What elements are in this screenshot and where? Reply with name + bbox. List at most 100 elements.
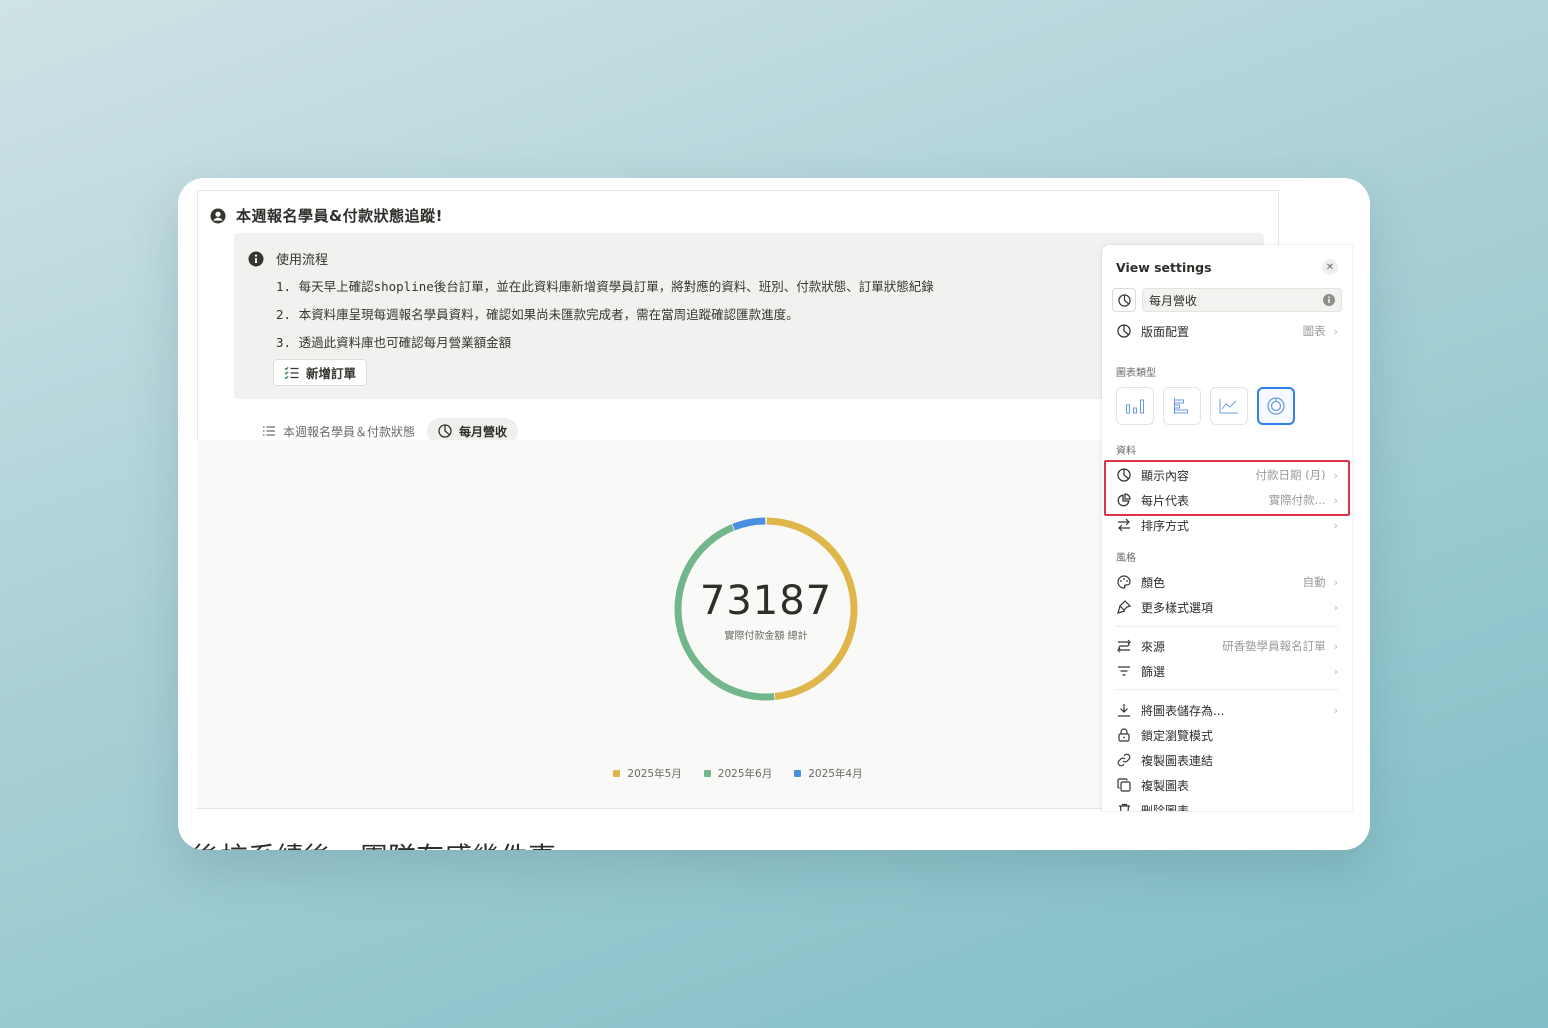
info-row: 使用流程: [248, 249, 328, 268]
delete-label: 刪除圖表: [1141, 803, 1190, 812]
duplicate-label: 複製圖表: [1141, 778, 1190, 793]
data-section-label: 資料: [1116, 446, 1136, 457]
more-style-row[interactable]: 更多樣式選項 ›: [1116, 595, 1338, 619]
legend-item[interactable]: 2025年6月: [703, 766, 773, 781]
add-order-button[interactable]: 新增訂單: [273, 359, 368, 386]
vertical-bar-chart-option[interactable]: [1116, 387, 1154, 425]
legend-label: 2025年4月: [808, 768, 863, 780]
legend-item[interactable]: 2025年4月: [794, 766, 863, 781]
divider: [1116, 626, 1338, 627]
source-value: 研香塾學員報名訂單: [1222, 639, 1326, 653]
view-name-input[interactable]: 每月營收: [1142, 288, 1342, 312]
chevron-right-icon: ›: [1333, 600, 1338, 614]
layout-label: 版面配置: [1141, 324, 1190, 339]
filter-row[interactable]: 篩選 ›: [1116, 659, 1338, 683]
chevron-right-icon: ›: [1333, 703, 1338, 717]
view-name-value: 每月營收: [1149, 293, 1198, 308]
view-name-row: 每月營收: [1112, 288, 1342, 312]
legend-label: 2025年6月: [717, 768, 773, 780]
step-item: 2. 本資料庫呈現每週報名學員資料，確認如果尚未匯款完成者，需在當周追蹤確認匯款…: [276, 307, 799, 322]
source-label: 來源: [1141, 639, 1166, 654]
highlight-box: [1104, 460, 1350, 516]
panel-header: View settings ✕: [1116, 259, 1338, 275]
pie-chart-icon: [438, 424, 452, 438]
line-chart-option[interactable]: [1210, 387, 1248, 425]
color-label: 顏色: [1141, 575, 1166, 590]
copy-link-row[interactable]: 複製圖表連結: [1116, 748, 1338, 772]
add-order-label: 新增訂單: [306, 366, 357, 381]
total-value: 73187: [699, 578, 833, 624]
donut-icon: [1267, 397, 1285, 415]
chevron-right-icon: ›: [1333, 664, 1338, 678]
info-icon[interactable]: [1323, 294, 1335, 306]
user-icon: [210, 208, 226, 223]
sort-label: 排序方式: [1141, 518, 1190, 533]
tab-table-label: 本週報名學員＆付款狀態: [283, 424, 416, 439]
page-card: 本週報名學員&付款狀態追蹤! 使用流程 1. 每天早上確認shopline後台訂…: [178, 178, 1370, 850]
divider: [1116, 689, 1338, 690]
filter-label: 篩選: [1141, 664, 1166, 679]
vertical-bar-icon: [1126, 399, 1144, 414]
close-button[interactable]: ✕: [1322, 259, 1338, 275]
sort-arrows-icon: [1118, 518, 1130, 532]
callout-header: 本週報名學員&付款狀態追蹤!: [210, 205, 443, 226]
info-title: 使用流程: [276, 253, 329, 268]
more-style-label: 更多樣式選項: [1141, 600, 1214, 615]
legend-item[interactable]: 2025年5月: [613, 766, 682, 781]
pie-chart-icon: [1117, 324, 1131, 338]
duplicate-row[interactable]: 複製圖表: [1116, 773, 1338, 797]
pie-chart-icon: [1117, 293, 1131, 307]
chevron-right-icon: ›: [1333, 324, 1338, 338]
source-icon: [1117, 639, 1131, 653]
source-row[interactable]: 來源 研香塾學員報名訂單 ›: [1116, 634, 1338, 658]
line-chart-icon: [1219, 399, 1238, 414]
chevron-right-icon: ›: [1333, 575, 1338, 589]
donut-slice[interactable]: [732, 517, 767, 531]
legend-swatch: [613, 770, 621, 777]
chart-type-section-label: 圖表類型: [1116, 368, 1156, 379]
tab-chart-label: 每月營收: [459, 424, 508, 439]
list-icon: [263, 426, 275, 436]
legend-swatch: [794, 770, 802, 777]
horizontal-bar-chart-option[interactable]: [1163, 387, 1201, 425]
layout-value: 圖表: [1302, 324, 1326, 338]
step-item: 1. 每天早上確認shopline後台訂單，並在此資料庫新增資學員訂單，將對應的…: [276, 279, 934, 294]
donut-chart-option[interactable]: [1257, 387, 1295, 425]
sort-row[interactable]: 排序方式 ›: [1116, 513, 1338, 537]
save-chart-row[interactable]: 將圖表儲存為... ›: [1116, 698, 1338, 722]
trash-icon: [1118, 803, 1130, 811]
delete-row[interactable]: 刪除圖表: [1116, 798, 1338, 811]
view-icon-button[interactable]: [1112, 288, 1136, 312]
chevron-right-icon: ›: [1333, 518, 1338, 532]
steps-list: 1. 每天早上確認shopline後台訂單，並在此資料庫新增資學員訂單，將對應的…: [276, 277, 934, 361]
save-chart-label: 將圖表儲存為...: [1141, 703, 1225, 718]
style-section-label: 風格: [1116, 553, 1136, 564]
layout-row[interactable]: 版面配置 圖表 ›: [1116, 319, 1338, 343]
lock-icon: [1118, 728, 1130, 742]
legend-swatch: [703, 770, 711, 777]
download-icon: [1118, 704, 1130, 717]
legend-label: 2025年5月: [627, 768, 682, 780]
chevron-right-icon: ›: [1333, 639, 1338, 653]
lock-view-label: 鎖定瀏覽模式: [1141, 728, 1214, 743]
callout-title: 本週報名學員&付款狀態追蹤!: [236, 207, 443, 225]
link-icon: [1117, 753, 1131, 767]
color-row[interactable]: 顏色 自動 ›: [1116, 570, 1338, 594]
view-settings-panel: View settings ✕ 每月營收 版面配置 圖表 › 圖表類型 資料 顯…: [1102, 245, 1352, 811]
info-icon: [248, 251, 264, 266]
palette-icon: [1117, 575, 1131, 589]
next-heading: 後校系績後，團隊有感幾件事: [192, 836, 556, 850]
horizontal-bar-icon: [1174, 398, 1188, 414]
color-value: 自動: [1302, 575, 1326, 589]
chart-type-picker: [1116, 387, 1295, 425]
lock-view-row[interactable]: 鎖定瀏覽模式: [1116, 723, 1338, 747]
brush-icon: [1117, 600, 1131, 614]
filter-icon: [1118, 666, 1130, 676]
duplicate-icon: [1117, 778, 1131, 792]
checklist-icon: [284, 366, 299, 379]
copy-link-label: 複製圖表連結: [1141, 753, 1214, 768]
panel-title: View settings: [1116, 259, 1212, 275]
step-item: 3. 透過此資料庫也可確認每月營業額金額: [276, 335, 512, 350]
total-label: 實際付款金額 總計: [724, 631, 808, 642]
close-icon: ✕: [1325, 261, 1335, 273]
